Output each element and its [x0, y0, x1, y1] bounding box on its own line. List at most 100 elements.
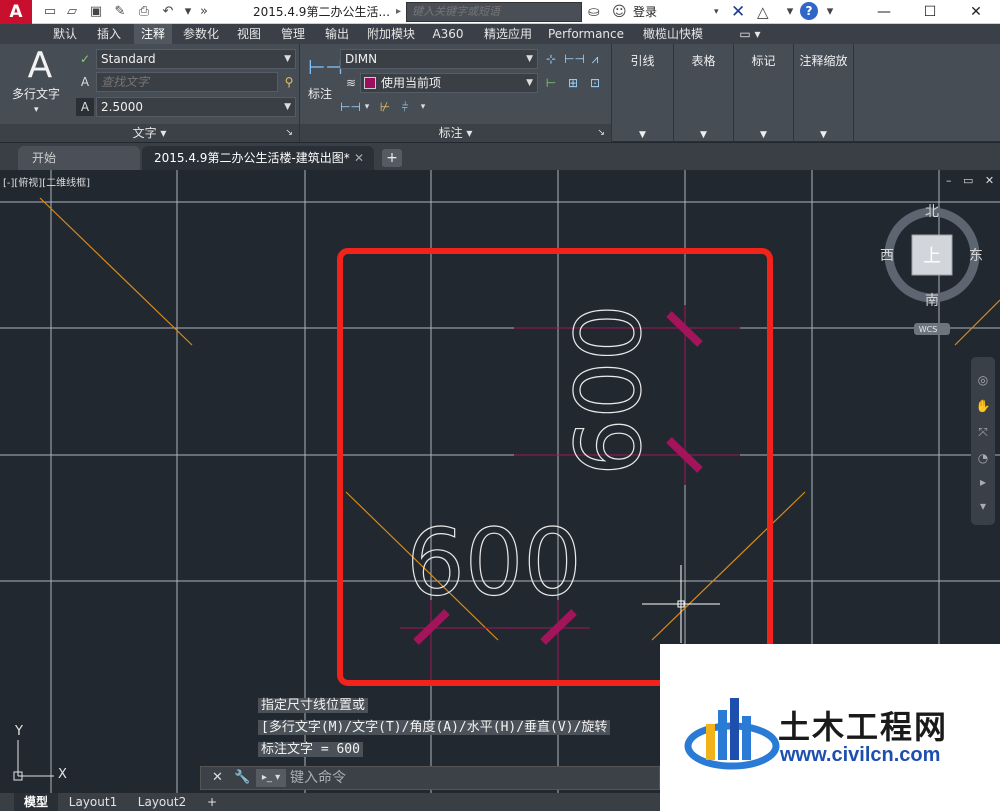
tab-featured-apps[interactable]: 精选应用 — [478, 24, 538, 44]
command-input[interactable] — [290, 768, 650, 788]
binoculars-icon[interactable]: ⛀ — [588, 2, 610, 22]
open-icon[interactable]: ▱ — [62, 3, 82, 21]
dimension-text-vertical[interactable]: 600 — [556, 304, 662, 477]
minimize-icon[interactable]: — — [864, 0, 904, 24]
table-panel[interactable]: 表格 ▼ — [674, 44, 734, 142]
dim-linear-dropdown-icon[interactable]: ▾ — [358, 98, 376, 116]
text-height-icon: A — [76, 98, 94, 116]
close-command-line-icon[interactable]: ✕ — [212, 768, 223, 788]
customize-icon[interactable]: 🔧 — [234, 768, 250, 788]
spellcheck-icon[interactable]: ✓ — [76, 50, 94, 68]
annotation-scaling-panel[interactable]: 注释缩放 ▼ — [794, 44, 854, 142]
dimension-button-label[interactable]: 标注 — [308, 86, 332, 102]
dim-linear-icon[interactable]: ⊢⊣ — [340, 98, 361, 116]
chevron-down-icon: ▼ — [820, 130, 827, 140]
ribbon-options-icon[interactable]: ▭ ▾ — [732, 24, 768, 44]
mtext-button-label[interactable]: 多行文字 — [12, 86, 60, 102]
help-icon[interactable]: ? — [800, 2, 818, 20]
save-icon[interactable]: ▣ — [86, 3, 106, 21]
help-dropdown-icon[interactable]: ▾ — [820, 3, 840, 21]
compass-south[interactable]: 南 — [925, 293, 939, 309]
tab-output[interactable]: 输出 — [320, 24, 354, 44]
tab-start[interactable]: 开始 — [18, 146, 140, 170]
viewport-window-controls[interactable]: – ▭ ✕ — [946, 174, 998, 187]
tab-olive-mountain[interactable]: 橄榄山快模 — [638, 24, 708, 44]
tab-layout1[interactable]: Layout1 — [62, 793, 124, 811]
tab-document[interactable]: 2015.4.9第二办公生活楼-建筑出图* — [142, 146, 374, 170]
tab-annotate[interactable]: 注释 — [134, 24, 172, 44]
new-tab-icon[interactable]: + — [382, 149, 402, 167]
text-panel-footer[interactable]: 文字 ▾ ↘ — [0, 124, 299, 142]
dialog-launcher-icon[interactable]: ↘ — [597, 124, 605, 142]
dim-reassociate-icon[interactable]: ⊡ — [586, 74, 604, 92]
dimension-icon[interactable]: ⊢⊣ — [308, 50, 343, 84]
dim-baseline-dropdown-icon[interactable]: ▾ — [414, 98, 432, 116]
tab-layout2[interactable]: Layout2 — [130, 793, 194, 811]
tab-insert[interactable]: 插入 — [92, 24, 126, 44]
markup-panel[interactable]: 标记 ▼ — [734, 44, 794, 142]
tab-model[interactable]: 模型 — [14, 793, 58, 811]
undo-icon[interactable]: ↶ — [158, 3, 178, 21]
dimension-text-horizontal[interactable]: 600 — [406, 508, 583, 616]
triangle-icon[interactable]: △ — [757, 2, 779, 22]
recent-commands-icon[interactable]: ▸_ ▾ — [256, 769, 286, 787]
compass-east[interactable]: 东 — [969, 248, 983, 264]
tab-a360[interactable]: A360 — [428, 24, 468, 44]
autocad-window: { "title_bar": { "document_title": "2015… — [0, 0, 1000, 811]
tab-manage[interactable]: 管理 — [276, 24, 310, 44]
autocad-logo-icon[interactable]: A — [0, 0, 32, 24]
user-icon[interactable]: ☺ — [612, 2, 630, 22]
showmotion-icon[interactable]: ▸ — [974, 473, 992, 491]
new-icon[interactable]: ▭ — [40, 3, 60, 21]
dim-inspect-icon[interactable]: ⩘ — [586, 50, 604, 68]
close-icon[interactable]: ✕ — [956, 0, 996, 24]
highlight-rectangle — [337, 248, 773, 686]
dialog-launcher-icon[interactable]: ↘ — [285, 124, 293, 142]
mtext-dropdown-icon[interactable]: ▾ — [34, 102, 39, 118]
dim-layer-value: 使用当前项 — [381, 76, 442, 90]
dim-baseline-icon[interactable]: ⫩ — [396, 98, 414, 116]
tab-addins[interactable]: 附加模块 — [364, 24, 418, 44]
dim-style-value: DIMN — [345, 52, 378, 66]
compass-north[interactable]: 北 — [925, 204, 939, 220]
find-icon[interactable]: ⚲ — [280, 73, 298, 91]
orbit-icon[interactable]: ◔ — [974, 449, 992, 467]
viewport-controls-label[interactable]: [-][俯视][二维线框] — [3, 174, 90, 189]
exchange-icon[interactable]: ✕ — [731, 2, 751, 22]
text-height-select[interactable]: 2.5000 ▼ — [96, 97, 296, 117]
text-style-select[interactable]: Standard ▼ — [96, 49, 296, 69]
tri-dropdown-icon[interactable]: ▾ — [780, 3, 800, 21]
mtext-icon[interactable]: A — [22, 46, 58, 86]
dim-style-select[interactable]: DIMN ▼ — [340, 49, 538, 69]
tab-default[interactable]: 默认 — [48, 24, 82, 44]
print-icon[interactable]: ⎙ — [134, 3, 154, 21]
tab-performance[interactable]: Performance — [546, 24, 626, 44]
dim-adjust-icon[interactable]: ⊢⊣ — [564, 50, 585, 68]
more-icon[interactable]: » — [194, 3, 214, 21]
leader-panel[interactable]: 引线 ▼ — [612, 44, 674, 142]
tab-parametric[interactable]: 参数化 — [178, 24, 224, 44]
dim-layer-select[interactable]: 使用当前项 ▼ — [360, 73, 538, 93]
compass-west[interactable]: 西 — [880, 248, 894, 264]
add-layout-icon[interactable]: + — [202, 793, 222, 811]
dim-update-icon[interactable]: ⊢ — [542, 74, 560, 92]
dim-break-icon[interactable]: ⊹ — [542, 50, 560, 68]
maximize-icon[interactable]: ☐ — [910, 0, 950, 24]
tab-view[interactable]: 视图 — [232, 24, 266, 44]
login-dropdown-icon[interactable]: ▾ — [714, 0, 724, 24]
login-button[interactable]: 登录 — [633, 0, 673, 24]
pan-icon[interactable]: ✋ — [974, 397, 992, 415]
steering-wheel-icon[interactable]: ◎ — [974, 371, 992, 389]
saveas-icon[interactable]: ✎ — [110, 3, 130, 21]
view-cube[interactable]: 上 北 南 东 西 WCS — [880, 204, 983, 335]
viewcube-top-label[interactable]: 上 — [923, 246, 941, 267]
search-input[interactable] — [406, 2, 582, 22]
close-tab-icon[interactable]: ✕ — [354, 146, 364, 170]
dim-continue-icon[interactable]: ⊬ — [376, 98, 394, 116]
wcs-menu[interactable]: WCS — [919, 325, 938, 334]
navbar-options-icon[interactable]: ▾ — [974, 497, 992, 515]
dim-space-icon[interactable]: ⊞ — [564, 74, 582, 92]
find-text-input[interactable] — [96, 72, 278, 92]
dimension-panel-footer[interactable]: 标注 ▾ ↘ — [300, 124, 611, 142]
zoom-extents-icon[interactable]: ⤧ — [974, 423, 992, 441]
